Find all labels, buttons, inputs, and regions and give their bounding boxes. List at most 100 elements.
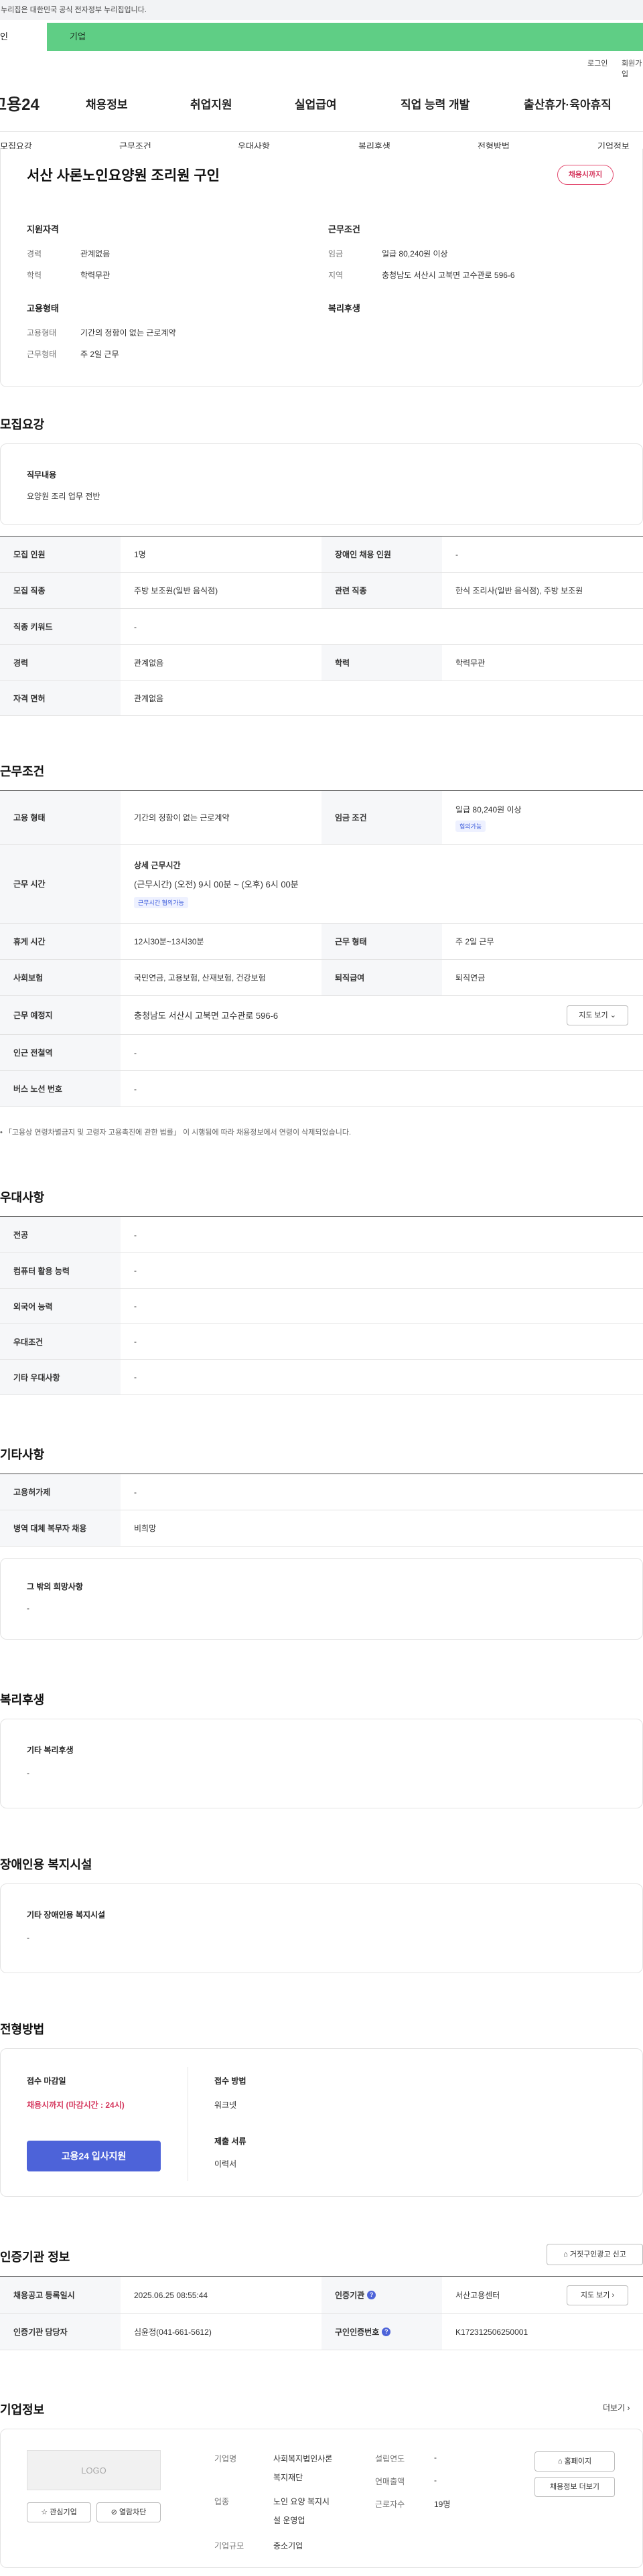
block-icon: ⊘ (111, 2508, 117, 2516)
deadline-value: 채용시까지 (마감시간 : 24시) (27, 2100, 125, 2110)
nav-vocational-training[interactable]: 직업 능력 개발 (401, 95, 470, 112)
row-value: 주방 보조원(일반 음식점) (134, 586, 218, 595)
conditions-table: 고용 형태 기간의 정함이 없는 근로계약 임금 조건 일급 80,240원 이… (0, 790, 643, 1119)
career-label: 경력 (27, 249, 42, 259)
conditions-title: 근무조건 (0, 765, 45, 778)
docs-value: 이력서 (214, 2159, 237, 2169)
row-header: 병역 대체 복무자 채용 (0, 1510, 121, 1546)
table-row: 우대조건 - (0, 1324, 643, 1360)
employment-heading: 고용형태 (27, 303, 59, 313)
favorite-company-button[interactable]: ☆ 관심기업 (27, 2502, 91, 2522)
report-ad-button[interactable]: ⌂ 거짓구인광고 신고 (547, 2244, 643, 2265)
table-row: 버스 노선 번호 - (0, 1071, 643, 1107)
row-header: 컴퓨터 활용 능력 (0, 1253, 121, 1288)
block-view-button[interactable]: ⊘ 열람차단 (96, 2502, 161, 2522)
row-header: 근무 형태 (322, 924, 442, 959)
org-map-button[interactable]: 지도 보기 › (567, 2285, 628, 2305)
row-value: 1명 (134, 550, 146, 559)
welfare-value: - (27, 1768, 29, 1778)
row-value: 관계없음 (134, 694, 164, 703)
login-link[interactable]: 로그인 (587, 58, 608, 68)
industry-line1: 노인 요양 복지시 (273, 2497, 330, 2506)
info-icon[interactable]: ? (367, 2291, 376, 2299)
nav-parental-leave[interactable]: 출산휴가·육아휴직 (524, 95, 612, 112)
row-header: 전공 (0, 1217, 121, 1253)
process-card (0, 2048, 643, 2197)
row-value: 심윤정(041-661-5612) (134, 2328, 212, 2337)
time-cell: 상세 근무시간 (근무시간) (오전) 9시 00분 ~ (오후) 6시 00분… (134, 845, 299, 923)
company-title: 기업정보 (0, 2403, 45, 2417)
chevron-down-icon: ⌄ (610, 1011, 616, 1019)
row-header: 인증기관 담당자 (0, 2314, 121, 2350)
disabled-facility-label: 기타 장애인용 복지시설 (27, 1910, 106, 1920)
other-wish-card (0, 1558, 643, 1640)
preference-table: 전공 - 컴퓨터 활용 능력 - 외국어 능력 - 우대조건 - 기타 우대사항 - (0, 1216, 643, 1395)
nav-unemployment-benefit[interactable]: 실업급여 (295, 95, 337, 112)
work-heading: 근무조건 (328, 224, 360, 234)
row-value: - (134, 1084, 137, 1094)
preference-title: 우대사항 (0, 1191, 45, 1204)
region-value: 충청남도 서산시 고북면 고수관로 596-6 (382, 271, 515, 280)
home-icon: ⌂ (563, 2250, 568, 2259)
gov-banner-text: 이 누리집은 대한민국 공식 전자정부 누리집입니다. (0, 6, 147, 14)
sales-value: - (434, 2476, 437, 2485)
founded-label: 설립연도 (375, 2454, 405, 2463)
chevron-right-icon: › (612, 2291, 615, 2299)
disabled-facility-value: - (27, 1933, 29, 1942)
table-row: 외국어 능력 - (0, 1289, 643, 1324)
apply-button[interactable]: 고용24 입사지원 (27, 2141, 161, 2171)
recruit-table: 모집 인원 1명 장애인 채용 인원 - 모집 직종 주방 보조원(일반 음식점… (0, 536, 643, 716)
row-value: - (134, 1230, 137, 1240)
company-name-line2: 복지재단 (273, 2473, 303, 2482)
table-row: 병역 대체 복무자 채용 비희망 (0, 1510, 643, 1547)
welfare-heading: 복리후생 (328, 303, 360, 313)
sales-label: 연매출액 (375, 2477, 405, 2486)
emp-type-label: 고용형태 (27, 328, 57, 338)
nav-jobs[interactable]: 채용정보 (86, 95, 128, 112)
row-value: 비희망 (134, 1524, 157, 1533)
site-logo[interactable]: 고용24 (0, 91, 40, 115)
work-type-label: 근무형태 (27, 350, 57, 359)
company-size-value: 중소기업 (273, 2541, 303, 2551)
row-value: 한식 조리사(일반 음식점), 주방 보조원 (455, 586, 583, 595)
homepage-button[interactable]: ⌂ 홈페이지 (534, 2451, 615, 2472)
map-button[interactable]: 지도 보기 ⌄ (567, 1005, 628, 1025)
welfare-label: 기타 복리후생 (27, 1745, 74, 1755)
tab-individual[interactable]: 개인 (0, 23, 47, 51)
row-value: 충청남도 서산시 고북면 고수관로 596-6 (134, 1011, 279, 1021)
wage-value: 일급 80,240원 이상 (455, 804, 522, 814)
more-jobs-button[interactable]: 채용정보 더보기 (534, 2477, 615, 2497)
company-more-link[interactable]: 더보기 › (603, 2402, 630, 2413)
deadline-badge: 채용시까지 (557, 165, 614, 185)
row-header: 자격 면허 (0, 681, 121, 715)
method-label: 접수 방법 (214, 2076, 246, 2086)
nav-employment-support[interactable]: 취업지원 (190, 95, 232, 112)
table-row: 고용 형태 기간의 정함이 없는 근로계약 임금 조건 일급 80,240원 이… (0, 791, 643, 845)
table-row: 모집 직종 주방 보조원(일반 음식점) 관련 직종 한식 조리사(일반 음식점… (0, 573, 643, 609)
employees-value: 19명 (434, 2500, 451, 2509)
edu-value: 학력무관 (80, 271, 111, 280)
row-header: 고용 형태 (0, 791, 121, 844)
duty-label: 직무내용 (27, 470, 57, 480)
wage-value: 일급 80,240원 이상 (382, 249, 448, 259)
table-row: 기타 우대사항 - (0, 1360, 643, 1395)
company-name-label: 기업명 (214, 2454, 237, 2463)
join-link[interactable]: 회원가입 (622, 58, 643, 79)
info-icon[interactable]: ? (382, 2328, 391, 2336)
row-header: 퇴직급여 (322, 960, 442, 995)
row-header: 구인인증번호? (322, 2314, 442, 2350)
cert-table: 채용공고 등록일시 2025.06.25 08:55:44 인증기관? 서산고용… (0, 2276, 643, 2350)
qualification-heading: 지원자격 (27, 224, 59, 234)
row-value: 학력무관 (455, 658, 486, 668)
table-row: 컴퓨터 활용 능력 - (0, 1253, 643, 1289)
work-type-value: 주 2일 근무 (80, 350, 119, 359)
row-header: 고용허가제 (0, 1474, 121, 1510)
disabled-facility-title: 장애인용 복지시설 (0, 1858, 92, 1871)
row-value: K172312506250001 (455, 2327, 528, 2337)
table-row: 근무 시간 상세 근무시간 (근무시간) (오전) 9시 00분 ~ (오후) … (0, 845, 643, 924)
table-row: 휴게 시간 12시30분~13시30분 근무 형태 주 2일 근무 (0, 924, 643, 960)
emp-type-value: 기간의 정함이 없는 근로계약 (80, 328, 176, 338)
tab-company[interactable]: 기업 (47, 23, 643, 51)
row-header: 경력 (0, 645, 121, 681)
cert-title: 인증기관 정보 (0, 2250, 70, 2264)
